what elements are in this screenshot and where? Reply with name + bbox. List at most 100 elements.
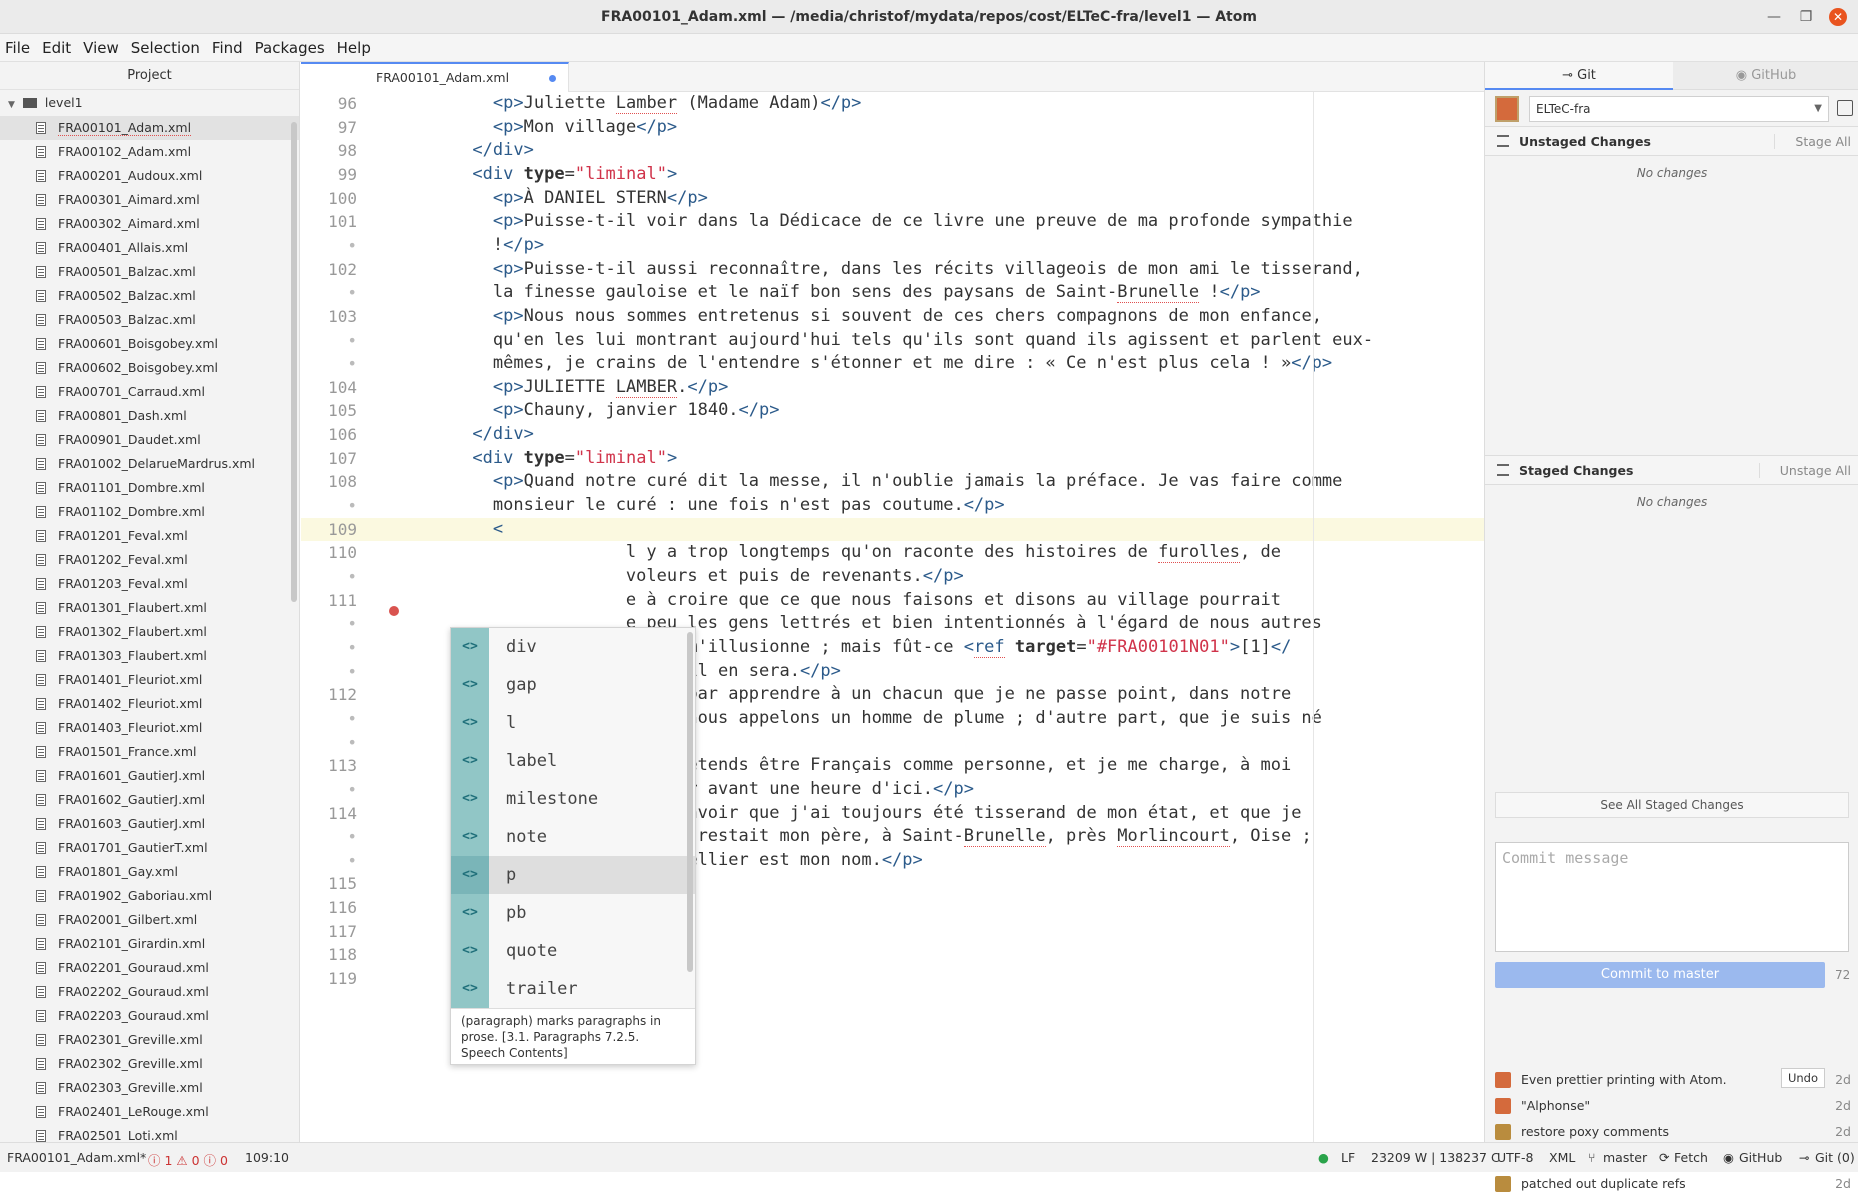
file-item[interactable]: FRA01401_Fleuriot.xml — [0, 668, 299, 692]
tab-git[interactable]: ⊸ Git — [1485, 62, 1673, 90]
commit-item[interactable]: "Alphonse" 2d — [1485, 1093, 1858, 1119]
file-item[interactable]: FRA00801_Dash.xml — [0, 404, 299, 428]
editor-tab[interactable]: FRA00101_Adam.xml — [301, 62, 569, 92]
file-item[interactable]: FRA00601_Boisgobey.xml — [0, 332, 299, 356]
autocomplete-item[interactable]: <> label — [451, 742, 695, 780]
menu-view[interactable]: View — [78, 34, 126, 57]
status-cursor[interactable]: 109:10 — [245, 1150, 289, 1165]
file-item[interactable]: FRA02501_Loti.xml — [0, 1124, 299, 1142]
status-eol[interactable]: LF — [1341, 1150, 1355, 1165]
close-icon[interactable]: ✕ — [1829, 8, 1847, 26]
tag-icon: <> — [451, 628, 489, 666]
menu-file[interactable]: File — [0, 34, 37, 57]
tab-github[interactable]: ◉ GitHub — [1673, 62, 1858, 90]
autocomplete-item[interactable]: <> trailer — [451, 970, 695, 1008]
tree-scrollbar[interactable] — [291, 122, 297, 602]
status-github[interactable]: GitHub — [1739, 1150, 1782, 1165]
file-item[interactable]: FRA00301_Aimard.xml — [0, 188, 299, 212]
repo-select[interactable]: ELTeC-fra ▼ — [1529, 96, 1829, 122]
autocomplete-item[interactable]: <> p — [451, 856, 695, 894]
file-item[interactable]: FRA00102_Adam.xml — [0, 140, 299, 164]
status-problems[interactable]: ⓘ 1 ⚠ 0 ⓘ 0 — [148, 1150, 228, 1169]
autocomplete-item[interactable]: <> gap — [451, 666, 695, 704]
autocomplete-item[interactable]: <> milestone — [451, 780, 695, 818]
file-item[interactable]: FRA01201_Feval.xml — [0, 524, 299, 548]
file-item[interactable]: FRA00101_Adam.xml — [0, 116, 299, 140]
code-line: • qu'en les lui montrant aujourd'hui tel… — [301, 329, 1484, 353]
file-item[interactable]: FRA02401_LeRouge.xml — [0, 1100, 299, 1124]
file-item[interactable]: FRA00201_Audoux.xml — [0, 164, 299, 188]
status-grammar[interactable]: XML — [1549, 1150, 1575, 1165]
status-branch[interactable]: master — [1603, 1150, 1647, 1165]
commit-item[interactable]: patched out duplicate refs 2d — [1485, 1171, 1858, 1197]
file-item[interactable]: FRA01102_Dombre.xml — [0, 500, 299, 524]
file-item[interactable]: FRA00701_Carraud.xml — [0, 380, 299, 404]
file-item[interactable]: FRA01602_GautierJ.xml — [0, 788, 299, 812]
stage-all-button[interactable]: Stage All — [1774, 134, 1851, 149]
menu-selection[interactable]: Selection — [126, 34, 207, 57]
code-line: • mêmes, je crains de l'entendre s'étonn… — [301, 352, 1484, 376]
commit-button[interactable]: Commit to master — [1495, 962, 1825, 988]
file-item[interactable]: FRA00302_Aimard.xml — [0, 212, 299, 236]
file-item[interactable]: FRA01301_Flaubert.xml — [0, 596, 299, 620]
status-file[interactable]: FRA00101_Adam.xml* — [7, 1150, 146, 1165]
file-item[interactable]: FRA02202_Gouraud.xml — [0, 980, 299, 1004]
file-text-icon — [36, 122, 46, 134]
lint-error-icon[interactable] — [389, 606, 399, 616]
file-item[interactable]: FRA00401_Allais.xml — [0, 236, 299, 260]
status-encoding[interactable]: UTF-8 — [1497, 1150, 1533, 1165]
file-item[interactable]: FRA01701_GautierT.xml — [0, 836, 299, 860]
maximize-icon[interactable]: ❐ — [1797, 8, 1815, 26]
autocomplete-item[interactable]: <> quote — [451, 932, 695, 970]
file-item[interactable]: FRA00502_Balzac.xml — [0, 284, 299, 308]
menu-packages[interactable]: Packages — [250, 34, 332, 57]
autocomplete-item[interactable]: <> note — [451, 818, 695, 856]
file-item[interactable]: FRA00901_Daudet.xml — [0, 428, 299, 452]
folder-item[interactable]: ▼ level1 — [0, 90, 299, 116]
menu-help[interactable]: Help — [332, 34, 378, 57]
file-item[interactable]: FRA01603_GautierJ.xml — [0, 812, 299, 836]
minimize-icon[interactable]: — — [1765, 8, 1783, 26]
code-line: 107 <div type="liminal"> — [301, 447, 1484, 471]
file-label: FRA00101_Adam.xml — [58, 120, 192, 136]
file-label: FRA01202_Feval.xml — [58, 552, 188, 567]
autocomplete-item-label: pb — [506, 903, 527, 923]
file-item[interactable]: FRA01402_Fleuriot.xml — [0, 692, 299, 716]
autocomplete-item[interactable]: <> l — [451, 704, 695, 742]
file-item[interactable]: FRA02301_Greville.xml — [0, 1028, 299, 1052]
file-item[interactable]: FRA02303_Greville.xml — [0, 1076, 299, 1100]
autocomplete-item[interactable]: <> div — [451, 628, 695, 666]
file-item[interactable]: FRA02101_Girardin.xml — [0, 932, 299, 956]
file-item[interactable]: FRA01801_Gay.xml — [0, 860, 299, 884]
file-item[interactable]: FRA01202_Feval.xml — [0, 548, 299, 572]
file-item[interactable]: FRA00501_Balzac.xml — [0, 260, 299, 284]
autocomplete-item[interactable]: <> pb — [451, 894, 695, 932]
menu-find[interactable]: Find — [207, 34, 250, 57]
file-item[interactable]: FRA01601_GautierJ.xml — [0, 764, 299, 788]
file-item[interactable]: FRA01501_France.xml — [0, 740, 299, 764]
file-item[interactable]: FRA02001_Gilbert.xml — [0, 908, 299, 932]
commit-message-input[interactable]: Commit message — [1495, 842, 1849, 952]
file-item[interactable]: FRA01303_Flaubert.xml — [0, 644, 299, 668]
see-all-staged-button[interactable]: See All Staged Changes — [1495, 792, 1849, 818]
file-item[interactable]: FRA02302_Greville.xml — [0, 1052, 299, 1076]
file-item[interactable]: FRA01203_Feval.xml — [0, 572, 299, 596]
file-item[interactable]: FRA01902_Gaboriau.xml — [0, 884, 299, 908]
file-item[interactable]: FRA01101_Dombre.xml — [0, 476, 299, 500]
autocomplete-item-label: quote — [506, 941, 558, 961]
repo-options-icon[interactable] — [1837, 100, 1853, 116]
autocomplete-scrollbar[interactable] — [687, 632, 693, 972]
file-item[interactable]: FRA02203_Gouraud.xml — [0, 1004, 299, 1028]
status-git[interactable]: Git (0) — [1815, 1150, 1855, 1165]
file-item[interactable]: FRA01302_Flaubert.xml — [0, 620, 299, 644]
file-item[interactable]: FRA02201_Gouraud.xml — [0, 956, 299, 980]
menu-edit[interactable]: Edit — [37, 34, 78, 57]
undo-button[interactable]: Undo — [1780, 1068, 1825, 1088]
file-item[interactable]: FRA00602_Boisgobey.xml — [0, 356, 299, 380]
unstage-all-button[interactable]: Unstage All — [1758, 463, 1851, 478]
status-fetch[interactable]: Fetch — [1674, 1150, 1708, 1165]
file-item[interactable]: FRA01403_Fleuriot.xml — [0, 716, 299, 740]
commit-item[interactable]: Even prettier printing with Atom. 2d Undo — [1485, 1067, 1858, 1093]
file-item[interactable]: FRA01002_DelarueMardrus.xml — [0, 452, 299, 476]
file-item[interactable]: FRA00503_Balzac.xml — [0, 308, 299, 332]
